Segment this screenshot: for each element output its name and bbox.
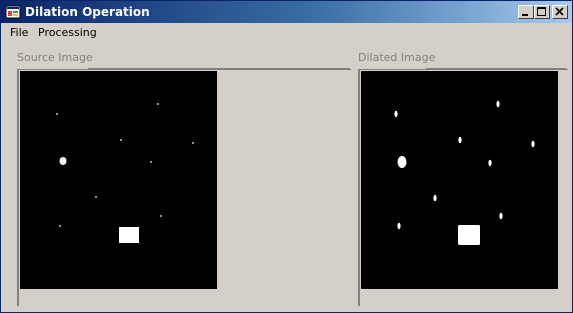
maximize-button[interactable] xyxy=(534,5,550,19)
source-dot xyxy=(157,103,159,105)
menu-bar: File Processing xyxy=(1,23,572,43)
source-image-canvas[interactable] xyxy=(20,71,217,289)
dilated-square xyxy=(458,225,480,245)
source-image-label: Source Image xyxy=(17,51,93,64)
maximize-icon xyxy=(537,7,546,16)
main-window: Dilation Operation File Processing Sourc… xyxy=(0,0,573,313)
window-title: Dilation Operation xyxy=(25,5,150,19)
source-dot xyxy=(120,139,122,141)
dilated-dot xyxy=(394,110,398,118)
dilated-dot xyxy=(458,136,462,144)
close-button[interactable] xyxy=(552,5,568,19)
source-dot xyxy=(56,113,58,115)
minimize-icon xyxy=(522,14,528,16)
menu-file[interactable]: File xyxy=(10,26,28,40)
app-window-icon[interactable] xyxy=(5,4,21,20)
source-dot xyxy=(59,225,61,227)
source-dot xyxy=(192,142,194,144)
dilated-dot xyxy=(499,212,503,220)
source-dot xyxy=(160,215,162,217)
dilated-image-label: Dilated Image xyxy=(358,51,436,64)
dilated-dot xyxy=(433,194,437,202)
source-square xyxy=(119,227,139,243)
source-dot xyxy=(95,196,97,198)
menu-processing[interactable]: Processing xyxy=(38,26,97,40)
dilated-dot xyxy=(488,159,492,167)
dilated-dot xyxy=(496,100,500,108)
close-icon xyxy=(555,7,564,16)
source-dot xyxy=(150,161,152,163)
dilated-image-canvas[interactable] xyxy=(361,71,558,289)
title-bar[interactable]: Dilation Operation xyxy=(1,1,572,23)
dilated-image-panel xyxy=(358,69,568,306)
source-blob xyxy=(59,157,67,165)
source-image-panel xyxy=(17,69,351,306)
dilated-dot xyxy=(397,222,401,230)
dilated-dot xyxy=(531,140,535,148)
minimize-button[interactable] xyxy=(518,5,534,19)
dilated-blob xyxy=(397,156,407,168)
